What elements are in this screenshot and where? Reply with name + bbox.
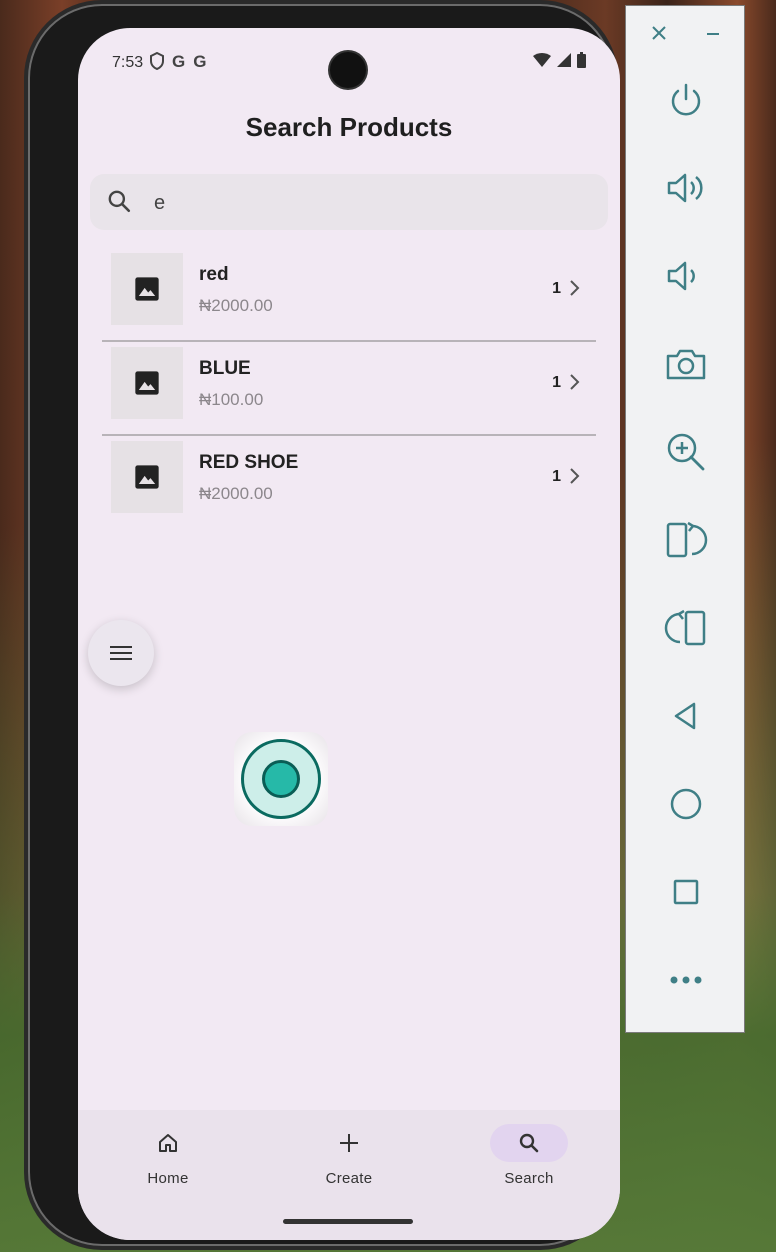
signal-icon — [557, 53, 571, 67]
nav-create-label: Create — [325, 1170, 373, 1187]
zoom-button[interactable] — [662, 428, 710, 476]
plus-icon — [310, 1124, 388, 1162]
hamburger-menu-icon — [110, 646, 132, 660]
close-icon[interactable] — [650, 24, 668, 47]
square-icon — [673, 879, 699, 905]
product-name: red — [199, 264, 229, 285]
product-quantity: 1 — [552, 374, 561, 391]
zoom-in-icon — [667, 433, 705, 471]
touch-ring — [241, 739, 321, 819]
nav-home[interactable]: Home — [113, 1124, 223, 1187]
status-left-icons: G G — [150, 52, 206, 72]
status-right-icons — [533, 52, 586, 68]
search-bar[interactable] — [90, 174, 608, 230]
bottom-navigation: Home Create Search — [78, 1110, 620, 1240]
power-icon — [671, 83, 701, 116]
minimize-icon[interactable] — [704, 24, 722, 47]
image-placeholder-icon — [111, 347, 183, 419]
app-screen: 7:53 G G Search Products e red ₦2000.00 … — [78, 28, 620, 1240]
nav-search[interactable]: Search — [474, 1124, 584, 1187]
product-row[interactable]: red ₦2000.00 1 — [102, 248, 596, 342]
back-button[interactable] — [662, 692, 710, 740]
home-circle-icon — [670, 788, 702, 820]
phone-frame: 7:53 G G Search Products e red ₦2000.00 … — [28, 4, 620, 1246]
search-input[interactable] — [152, 184, 576, 222]
volume-up-button[interactable] — [662, 164, 710, 212]
rotate-left-icon — [666, 521, 708, 558]
touch-dot — [262, 760, 300, 798]
panel-window-controls — [626, 24, 744, 48]
search-icon — [106, 188, 132, 219]
battery-icon — [577, 52, 586, 68]
product-name: RED SHOE — [199, 452, 299, 473]
volume-down-icon — [667, 261, 695, 291]
product-row[interactable]: BLUE ₦100.00 1 — [102, 342, 596, 436]
product-price: ₦100.00 — [199, 390, 264, 409]
shield-icon — [150, 52, 164, 70]
search-icon — [490, 1124, 568, 1162]
menu-fab-button[interactable] — [88, 620, 154, 686]
gesture-handle[interactable] — [283, 1219, 413, 1224]
product-price: ₦2000.00 — [199, 296, 273, 315]
more-dots-icon — [670, 976, 702, 984]
product-price: ₦2000.00 — [199, 484, 273, 503]
page-title: Search Products — [245, 112, 453, 142]
image-placeholder-icon — [111, 253, 183, 325]
product-row[interactable]: RED SHOE ₦2000.00 1 — [102, 436, 596, 528]
camera-cutout — [330, 52, 366, 88]
overview-button[interactable] — [662, 868, 710, 916]
home-button[interactable] — [662, 780, 710, 828]
more-button[interactable] — [662, 956, 710, 1004]
nav-home-label: Home — [147, 1170, 189, 1187]
image-placeholder-icon — [111, 441, 183, 513]
volume-up-icon — [667, 173, 703, 203]
chevron-right-icon — [568, 278, 582, 303]
google-icon: G — [193, 52, 207, 71]
product-name: BLUE — [199, 358, 251, 379]
emulator-side-panel — [625, 5, 745, 1033]
nav-search-label: Search — [504, 1170, 554, 1187]
nav-create[interactable]: Create — [294, 1124, 404, 1187]
screenshot-button[interactable] — [662, 340, 710, 388]
power-button[interactable] — [662, 76, 710, 124]
home-icon — [129, 1124, 207, 1162]
status-bar: 7:53 G G — [78, 28, 620, 92]
status-time: 7:53 — [112, 54, 144, 71]
touch-indicator — [234, 732, 328, 826]
rotate-right-button[interactable] — [662, 604, 710, 652]
rotate-left-button[interactable] — [662, 516, 710, 564]
google-icon: G — [172, 52, 186, 71]
back-icon — [674, 702, 696, 730]
product-quantity: 1 — [552, 280, 561, 297]
product-list: red ₦2000.00 1 BLUE ₦100.00 1 RED SHOE ₦… — [102, 248, 596, 528]
wifi-icon — [533, 53, 551, 67]
volume-down-button[interactable] — [662, 252, 710, 300]
camera-icon — [666, 349, 706, 380]
product-quantity: 1 — [552, 468, 561, 485]
chevron-right-icon — [568, 372, 582, 397]
rotate-right-icon — [664, 609, 706, 646]
chevron-right-icon — [568, 466, 582, 491]
